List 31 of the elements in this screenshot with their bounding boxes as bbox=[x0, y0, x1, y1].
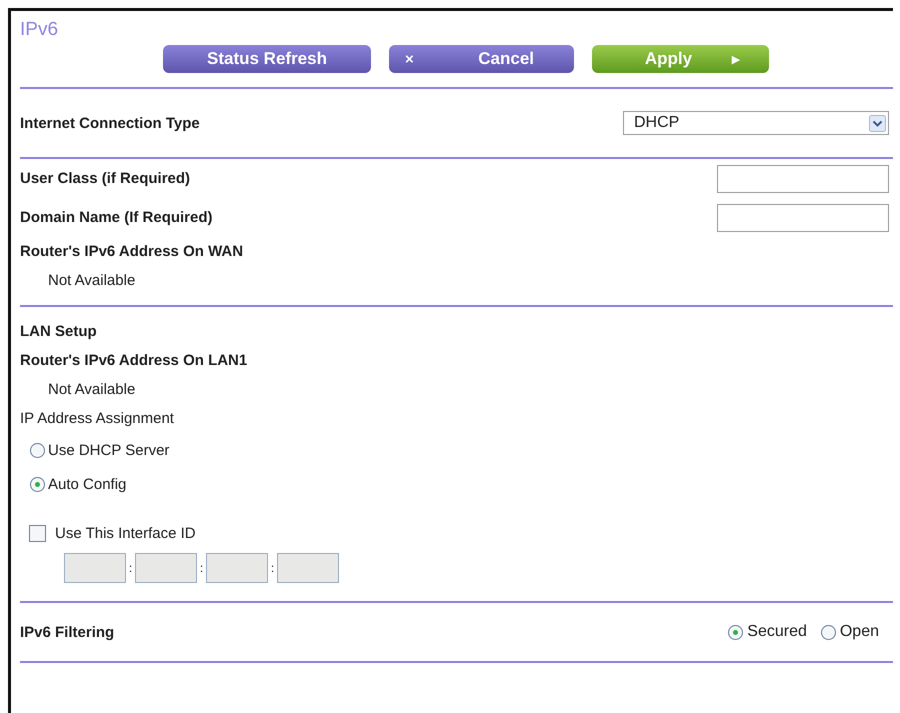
field-label: Router's IPv6 Address On WAN bbox=[20, 242, 244, 262]
field-label: User Class (if Required) bbox=[20, 170, 190, 187]
radio-button[interactable] bbox=[728, 624, 744, 640]
field-label: IPv6 Filtering bbox=[20, 624, 114, 640]
field-label: Router's IPv6 Address On LAN1 bbox=[20, 351, 248, 371]
page-title: IPv6 bbox=[20, 19, 60, 42]
connection-type-dropdown[interactable]: DHCP bbox=[623, 111, 889, 135]
radio-button[interactable] bbox=[820, 624, 836, 640]
radio-button[interactable] bbox=[30, 442, 45, 458]
checkbox-label: Use This Interface ID bbox=[55, 524, 196, 542]
checkbox[interactable] bbox=[29, 524, 46, 542]
input-field[interactable] bbox=[717, 204, 889, 232]
separator: : bbox=[198, 561, 204, 575]
apply-button[interactable]: Apply ▸ bbox=[592, 45, 769, 73]
field-label: Domain Name (If Required) bbox=[20, 209, 213, 226]
separator: : bbox=[128, 561, 134, 575]
field-label: Internet Connection Type bbox=[20, 114, 200, 132]
radio-button[interactable] bbox=[30, 476, 45, 492]
chevron-down-icon bbox=[869, 114, 886, 132]
field-label: IP Address Assignment bbox=[20, 409, 175, 429]
cancel-button[interactable]: × Cancel bbox=[389, 45, 574, 73]
section-heading: LAN Setup bbox=[20, 322, 98, 342]
radio-label: Open bbox=[840, 623, 879, 641]
address-value: Not Available bbox=[48, 271, 136, 291]
refresh-button[interactable]: Status Refresh bbox=[163, 45, 371, 73]
separator: : bbox=[270, 561, 276, 575]
radio-label: Use DHCP Server bbox=[48, 442, 170, 458]
radio-label: Secured bbox=[747, 623, 807, 641]
radio-label: Auto Config bbox=[48, 476, 126, 492]
input-field[interactable] bbox=[717, 164, 889, 192]
address-value: Not Available bbox=[48, 380, 136, 400]
